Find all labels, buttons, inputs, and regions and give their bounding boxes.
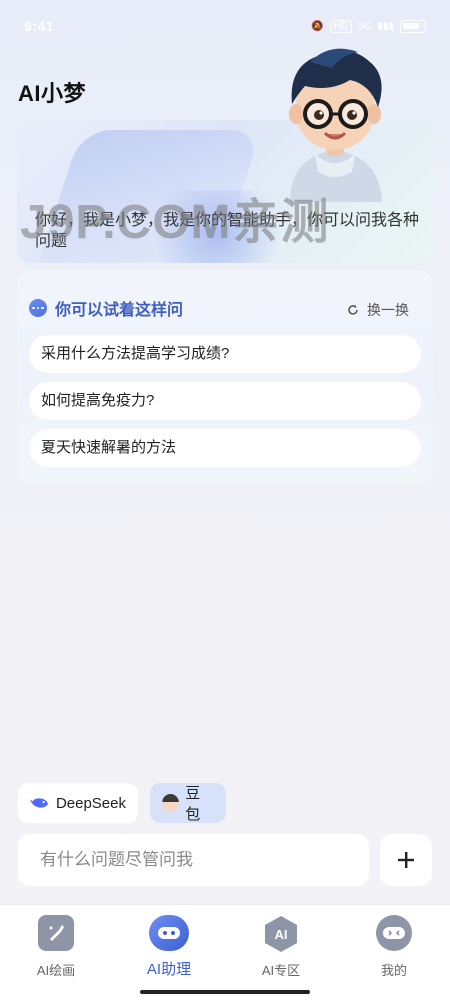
deepseek-whale-icon	[30, 798, 49, 808]
doubao-avatar-icon	[162, 794, 180, 812]
chat-input[interactable]: 有什么问题尽管问我	[18, 834, 369, 886]
chat-bubble-icon	[29, 299, 47, 317]
tab-label: AI绘画	[36, 963, 76, 978]
profile-robot-icon	[376, 915, 412, 951]
home-indicator	[140, 990, 310, 994]
tab-ai-assistant[interactable]: AI助理	[124, 915, 214, 979]
refresh-button[interactable]: 换一换	[347, 300, 409, 320]
robot-chat-icon	[149, 915, 189, 951]
plus-icon	[398, 852, 414, 868]
tab-ai-painting[interactable]: AI绘画	[11, 915, 101, 979]
tab-profile[interactable]: 我的	[349, 915, 439, 979]
model-chip-deepseek[interactable]: DeepSeek	[18, 783, 138, 823]
hero-greeting: 你好，我是小梦，我是你的智能助手，你可以问我各种问题	[35, 212, 420, 250]
suggestions-title: 你可以试着这样问	[55, 302, 184, 319]
suggested-question[interactable]: 夏天快速解暑的方法	[29, 429, 421, 467]
paint-brush-icon	[38, 915, 74, 951]
ai-hexagon-icon: AI	[265, 916, 297, 952]
svg-text:AI: AI	[275, 927, 288, 942]
tab-label: 我的	[380, 963, 407, 978]
add-button[interactable]	[380, 834, 432, 886]
assistant-avatar-illustration	[289, 48, 382, 202]
status-time: 9:41	[24, 18, 55, 34]
suggestions-header: 你可以试着这样问	[29, 296, 183, 320]
model-label: DeepSeek	[55, 794, 126, 812]
refresh-icon	[348, 304, 358, 315]
tab-label: AI专区	[261, 963, 301, 978]
page-title: AI小梦	[18, 81, 87, 106]
model-label: 豆包	[185, 785, 201, 823]
bottom-tab-bar: AI绘画 AI助理 AI AI专区 我的	[0, 904, 450, 1001]
tab-ai-zone[interactable]: AI AI专区	[236, 915, 326, 979]
tab-label: AI助理	[146, 961, 192, 978]
suggestions-card: 你可以试着这样问 换一换 采用什么方法提高学习成绩? 如何提高免疫力? 夏天快速…	[17, 270, 433, 484]
model-chip-doubao[interactable]: 豆包	[150, 783, 226, 823]
battery-icon	[400, 19, 426, 33]
suggested-question[interactable]: 如何提高免疫力?	[29, 382, 421, 420]
suggested-question[interactable]: 采用什么方法提高学习成绩?	[29, 335, 421, 373]
refresh-label: 换一换	[367, 302, 409, 318]
